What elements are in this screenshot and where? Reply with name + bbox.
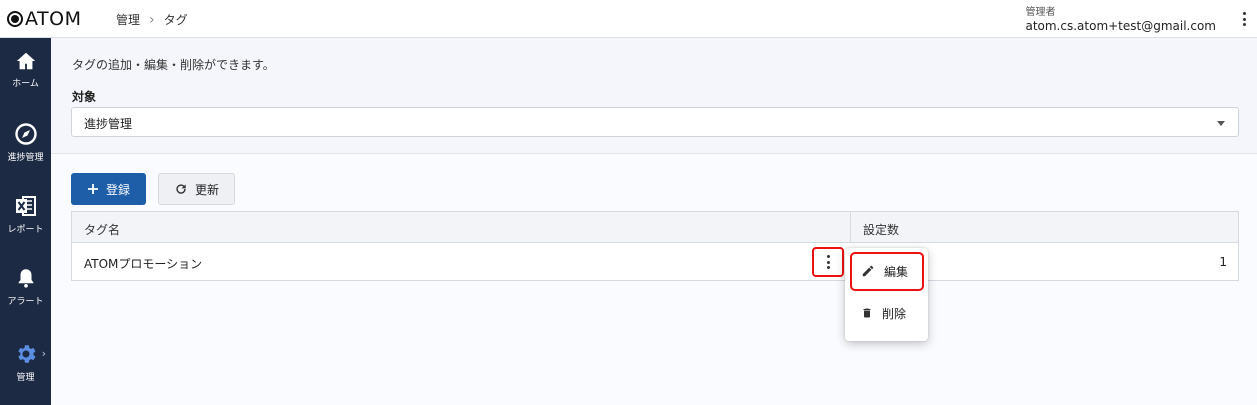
excel-report-icon xyxy=(15,196,36,216)
logo-text: ATOM xyxy=(25,8,82,30)
column-divider xyxy=(850,212,851,243)
chevron-right-icon: › xyxy=(149,11,155,28)
row-action-menu: 編集 削除 xyxy=(845,248,928,341)
menu-item-edit-label: 編集 xyxy=(884,264,909,279)
trash-icon xyxy=(863,308,871,318)
sidebar-item-label: ホーム xyxy=(12,79,39,89)
progress-compass-icon xyxy=(14,123,37,145)
breadcrumb-item-tag: タグ xyxy=(163,13,188,27)
pencil-icon xyxy=(862,265,874,277)
sidebar-item-label: レポート xyxy=(7,225,44,235)
filter-panel: タグの追加・編集・削除ができます。 対象 進捗管理 xyxy=(51,38,1257,154)
target-select[interactable]: 進捗管理 xyxy=(71,107,1239,137)
sidebar-item-label: アラート xyxy=(7,297,44,307)
sidebar: ホーム 進捗管理 レポート アラート › 管理 xyxy=(0,38,51,405)
add-button[interactable]: 登録 xyxy=(71,173,146,205)
sidebar-item-label: 進捗管理 xyxy=(7,153,44,163)
menu-item-delete[interactable]: 削除 xyxy=(845,296,928,330)
sidebar-item-label: 管理 xyxy=(16,373,35,383)
target-label: 対象 xyxy=(72,90,97,104)
sidebar-item-report[interactable]: レポート xyxy=(0,182,51,248)
column-header-tag-name[interactable]: タグ名 xyxy=(84,221,120,238)
more-vert-icon xyxy=(826,255,830,269)
page-description: タグの追加・編集・削除ができます。 xyxy=(72,58,275,72)
top-bar: ATOM 管理 › タグ 管理者 atom.cs.atom+test@gmail… xyxy=(0,0,1257,38)
menu-item-edit[interactable]: 編集 xyxy=(845,254,928,288)
tag-table: タグ名 設定数 ATOMプロモーション 1 xyxy=(71,211,1239,281)
add-button-label: 登録 xyxy=(105,182,130,197)
bell-icon xyxy=(18,269,33,288)
plus-icon xyxy=(87,184,98,194)
refresh-button-label: 更新 xyxy=(194,182,219,197)
table-row[interactable]: ATOMプロモーション 1 xyxy=(72,243,1238,280)
menu-item-delete-label: 削除 xyxy=(882,306,907,321)
logo-mark-icon xyxy=(7,11,23,27)
more-vert-icon[interactable] xyxy=(1242,12,1246,26)
refresh-icon xyxy=(176,184,186,194)
gear-icon xyxy=(17,345,35,363)
home-icon xyxy=(16,52,35,70)
sidebar-item-home[interactable]: ホーム xyxy=(0,38,51,104)
column-header-count[interactable]: 設定数 xyxy=(863,221,899,238)
sidebar-item-alert[interactable]: アラート xyxy=(0,254,51,320)
breadcrumb: 管理 › タグ xyxy=(116,11,188,28)
main-content: タグの追加・編集・削除ができます。 対象 進捗管理 登録 更新 タグ名 設定数 … xyxy=(51,38,1257,405)
sidebar-item-admin[interactable]: › 管理 xyxy=(0,330,51,396)
sidebar-item-progress[interactable]: 進捗管理 xyxy=(0,110,51,176)
row-actions-button[interactable] xyxy=(812,247,844,277)
user-email: atom.cs.atom+test@gmail.com xyxy=(1025,19,1216,33)
caret-down-icon xyxy=(1217,121,1225,126)
chevron-right-icon: › xyxy=(41,347,46,360)
user-role: 管理者 xyxy=(1025,7,1056,18)
refresh-button[interactable]: 更新 xyxy=(158,173,235,205)
count-cell: 1 xyxy=(1219,255,1227,269)
table-header: タグ名 設定数 xyxy=(72,212,1238,243)
tag-name-cell: ATOMプロモーション xyxy=(84,257,203,271)
atom-logo[interactable]: ATOM xyxy=(7,8,81,30)
breadcrumb-item-admin[interactable]: 管理 xyxy=(116,11,140,28)
user-info: 管理者 atom.cs.atom+test@gmail.com xyxy=(1025,3,1216,33)
target-select-value: 進捗管理 xyxy=(84,117,133,131)
